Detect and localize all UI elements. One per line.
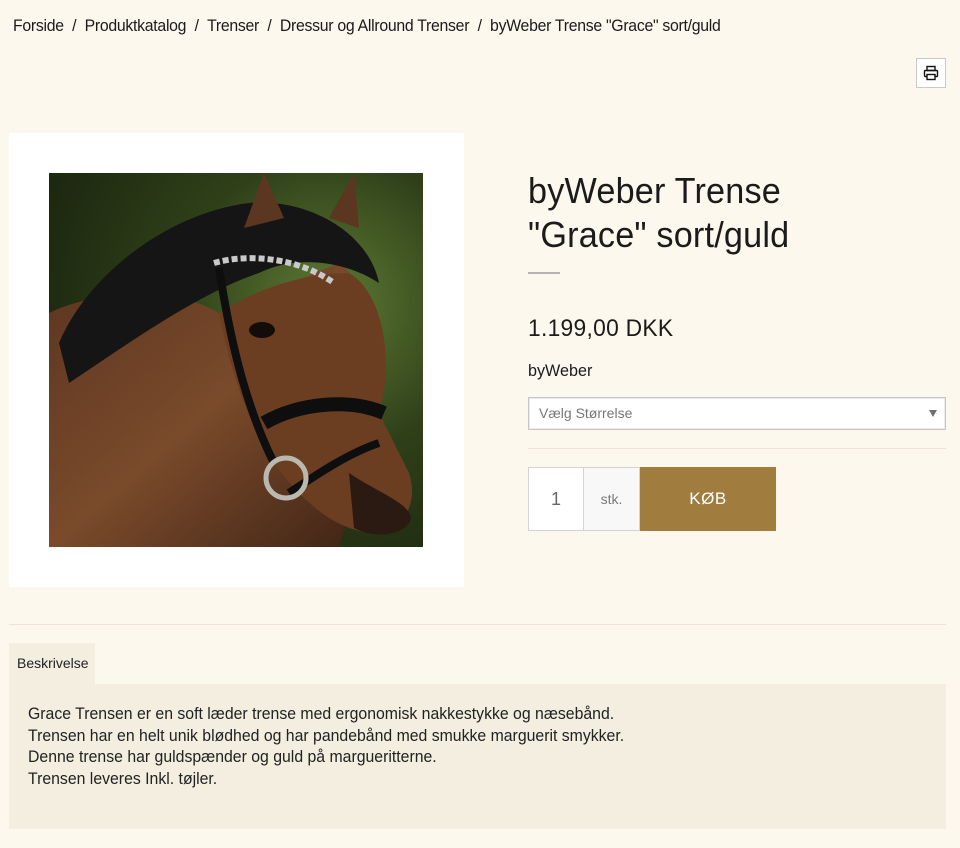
breadcrumb-catalog[interactable]: Produktkatalog (85, 16, 187, 35)
description-line: Denne trense har guldspænder og guld på … (28, 747, 437, 766)
buy-button[interactable]: KØB (640, 467, 776, 531)
breadcrumb-separator: / (477, 16, 482, 35)
divider (528, 448, 946, 449)
breadcrumb-bridles[interactable]: Trenser (207, 16, 259, 35)
tab-description[interactable]: Beskrivelse (9, 643, 95, 684)
product-image-container[interactable] (9, 133, 464, 587)
description-panel: Grace Trensen er en soft læder trense me… (9, 684, 946, 829)
printer-icon (923, 65, 939, 81)
divider (9, 624, 946, 625)
breadcrumb-home[interactable]: Forside (13, 16, 64, 35)
product-image[interactable] (49, 173, 423, 547)
description-line: Grace Trensen er en soft læder trense me… (28, 704, 615, 723)
size-select[interactable]: Vælg Størrelse (528, 397, 946, 430)
print-button[interactable] (916, 58, 946, 88)
breadcrumb-dressage-bridles[interactable]: Dressur og Allround Trenser (280, 16, 470, 35)
product-title: byWeber Trense "Grace" sort/guld (528, 170, 790, 255)
title-divider (528, 272, 560, 274)
breadcrumb-current: byWeber Trense "Grace" sort/guld (490, 16, 721, 35)
product-price: 1.199,00 DKK (528, 315, 674, 342)
product-brand[interactable]: byWeber (528, 361, 592, 381)
breadcrumb-separator: / (72, 16, 77, 35)
breadcrumb-separator: / (194, 16, 199, 35)
quantity-unit: stk. (584, 467, 640, 531)
description-line: Trensen har en helt unik blødhed og har … (28, 725, 625, 745)
breadcrumb: Forside / Produktkatalog / Trenser / Dressur o… (13, 16, 721, 36)
quantity-input[interactable]: 1 (528, 467, 584, 531)
description-line: Trensen leveres Inkl. tøjler. (28, 768, 218, 788)
chevron-down-icon (929, 410, 937, 417)
breadcrumb-separator: / (267, 16, 272, 35)
size-select-placeholder: Vælg Størrelse (539, 405, 633, 421)
